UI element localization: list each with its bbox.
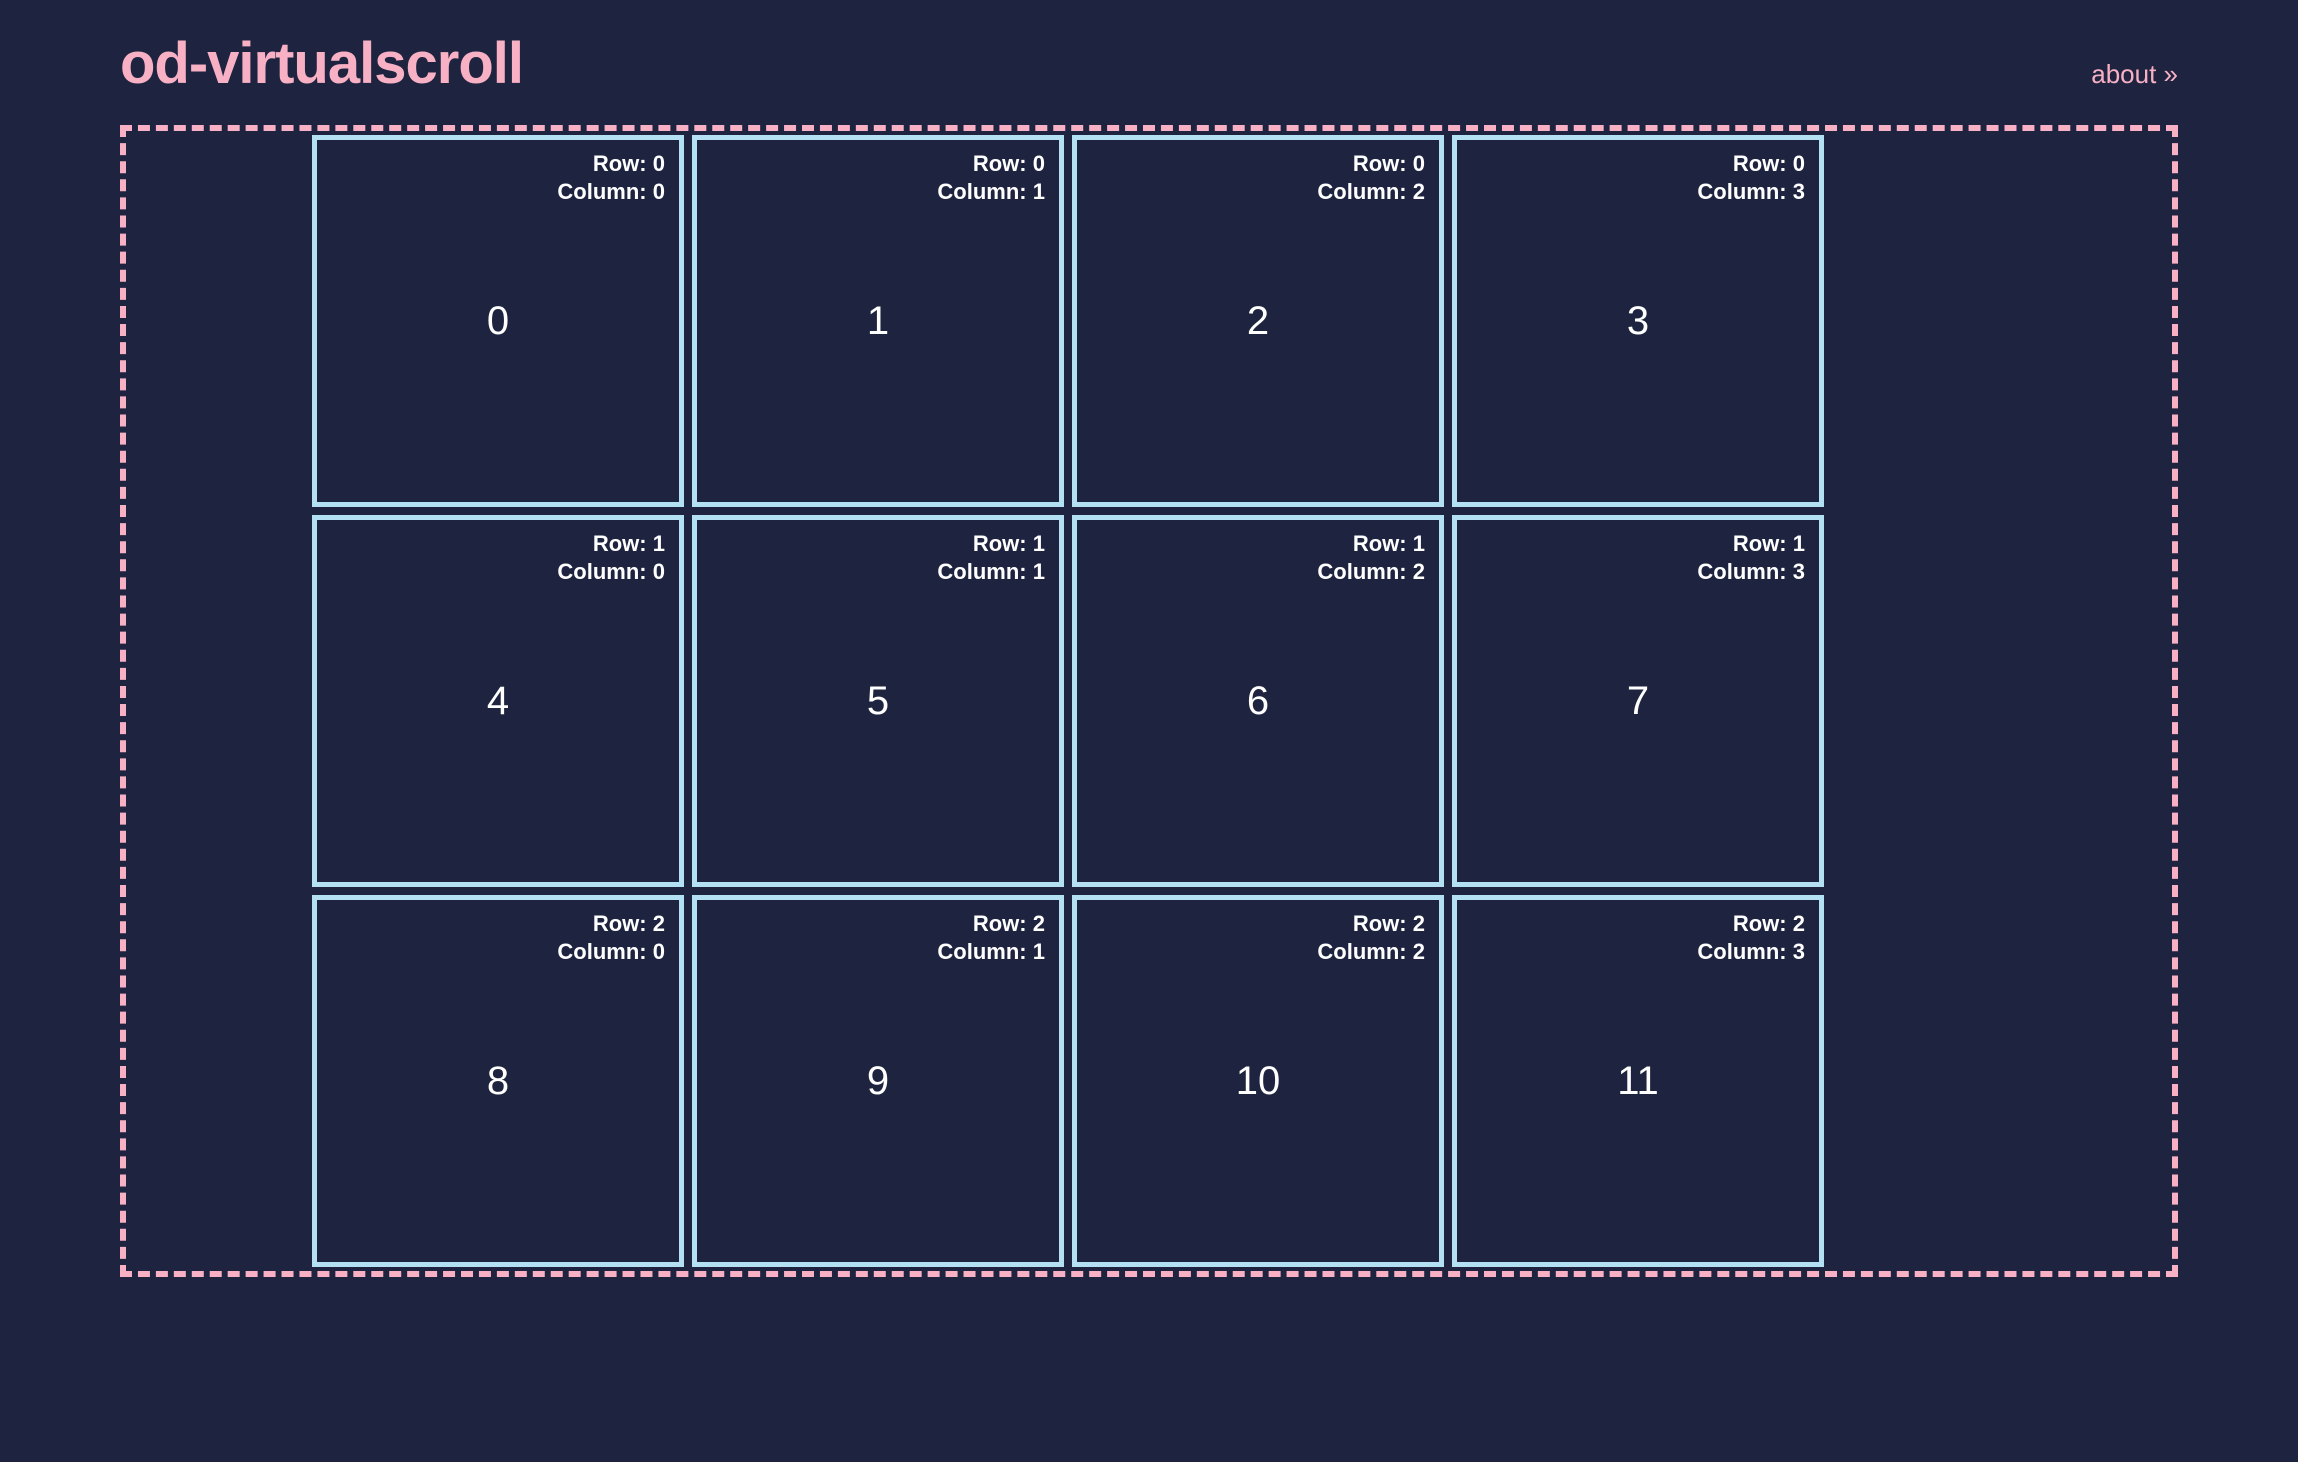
cell-meta: Row: 2 Column: 2 — [1317, 910, 1425, 965]
grid-cell: Row: 0 Column: 2 2 — [1072, 135, 1444, 507]
grid-cell: Row: 2 Column: 1 9 — [692, 895, 1064, 1267]
cell-col-label: Column: 0 — [557, 558, 665, 586]
cell-index: 10 — [1236, 1059, 1281, 1104]
about-link[interactable]: about » — [2091, 59, 2178, 90]
cell-col-label: Column: 0 — [557, 938, 665, 966]
cell-meta: Row: 0 Column: 2 — [1317, 150, 1425, 205]
grid-cell: Row: 1 Column: 1 5 — [692, 515, 1064, 887]
cell-meta: Row: 1 Column: 1 — [937, 530, 1045, 585]
cell-row-label: Row: 2 — [557, 910, 665, 938]
cell-col-label: Column: 2 — [1317, 558, 1425, 586]
cell-index: 2 — [1247, 299, 1269, 344]
cell-index: 0 — [487, 299, 509, 344]
cell-meta: Row: 1 Column: 0 — [557, 530, 665, 585]
cell-index: 7 — [1627, 679, 1649, 724]
cell-index: 4 — [487, 679, 509, 724]
grid-row: Row: 1 Column: 0 4 Row: 1 Column: 1 5 Ro… — [312, 515, 2172, 887]
cell-col-label: Column: 0 — [557, 178, 665, 206]
page-title: od-virtualscroll — [120, 30, 523, 97]
cell-col-label: Column: 1 — [937, 178, 1045, 206]
grid-cell: Row: 0 Column: 1 1 — [692, 135, 1064, 507]
cell-meta: Row: 0 Column: 1 — [937, 150, 1045, 205]
cell-row-label: Row: 0 — [1697, 150, 1805, 178]
cell-row-label: Row: 2 — [1317, 910, 1425, 938]
cell-row-label: Row: 1 — [937, 530, 1045, 558]
cell-col-label: Column: 2 — [1317, 938, 1425, 966]
cell-index: 9 — [867, 1059, 889, 1104]
cell-meta: Row: 2 Column: 3 — [1697, 910, 1805, 965]
cell-index: 11 — [1617, 1059, 1659, 1104]
virtualscroll-content: Row: 0 Column: 0 0 Row: 0 Column: 1 1 Ro… — [126, 135, 2172, 1267]
cell-index: 8 — [487, 1059, 509, 1104]
grid-cell: Row: 0 Column: 3 3 — [1452, 135, 1824, 507]
cell-meta: Row: 0 Column: 0 — [557, 150, 665, 205]
grid-cell: Row: 0 Column: 0 0 — [312, 135, 684, 507]
cell-row-label: Row: 0 — [1317, 150, 1425, 178]
cell-index: 3 — [1627, 299, 1649, 344]
grid-cell: Row: 1 Column: 2 6 — [1072, 515, 1444, 887]
cell-row-label: Row: 0 — [557, 150, 665, 178]
cell-meta: Row: 1 Column: 2 — [1317, 530, 1425, 585]
cell-col-label: Column: 1 — [937, 558, 1045, 586]
cell-index: 5 — [867, 679, 889, 724]
grid-cell: Row: 2 Column: 2 10 — [1072, 895, 1444, 1267]
cell-col-label: Column: 3 — [1697, 558, 1805, 586]
cell-row-label: Row: 1 — [1697, 530, 1805, 558]
cell-row-label: Row: 1 — [1317, 530, 1425, 558]
cell-row-label: Row: 0 — [937, 150, 1045, 178]
cell-row-label: Row: 2 — [1697, 910, 1805, 938]
cell-index: 6 — [1247, 679, 1269, 724]
cell-meta: Row: 0 Column: 3 — [1697, 150, 1805, 205]
cell-col-label: Column: 1 — [937, 938, 1045, 966]
cell-col-label: Column: 2 — [1317, 178, 1425, 206]
grid-cell: Row: 1 Column: 0 4 — [312, 515, 684, 887]
cell-col-label: Column: 3 — [1697, 938, 1805, 966]
cell-meta: Row: 2 Column: 0 — [557, 910, 665, 965]
cell-row-label: Row: 1 — [557, 530, 665, 558]
grid-cell: Row: 1 Column: 3 7 — [1452, 515, 1824, 887]
header: od-virtualscroll about » — [120, 30, 2178, 97]
cell-col-label: Column: 3 — [1697, 178, 1805, 206]
grid-row: Row: 0 Column: 0 0 Row: 0 Column: 1 1 Ro… — [312, 135, 2172, 507]
grid-cell: Row: 2 Column: 0 8 — [312, 895, 684, 1267]
grid-row: Row: 2 Column: 0 8 Row: 2 Column: 1 9 Ro… — [312, 895, 2172, 1267]
cell-row-label: Row: 2 — [937, 910, 1045, 938]
grid-cell: Row: 2 Column: 3 11 — [1452, 895, 1824, 1267]
virtualscroll-viewport[interactable]: Row: 0 Column: 0 0 Row: 0 Column: 1 1 Ro… — [120, 125, 2178, 1277]
cell-meta: Row: 1 Column: 3 — [1697, 530, 1805, 585]
cell-index: 1 — [867, 299, 889, 344]
cell-meta: Row: 2 Column: 1 — [937, 910, 1045, 965]
